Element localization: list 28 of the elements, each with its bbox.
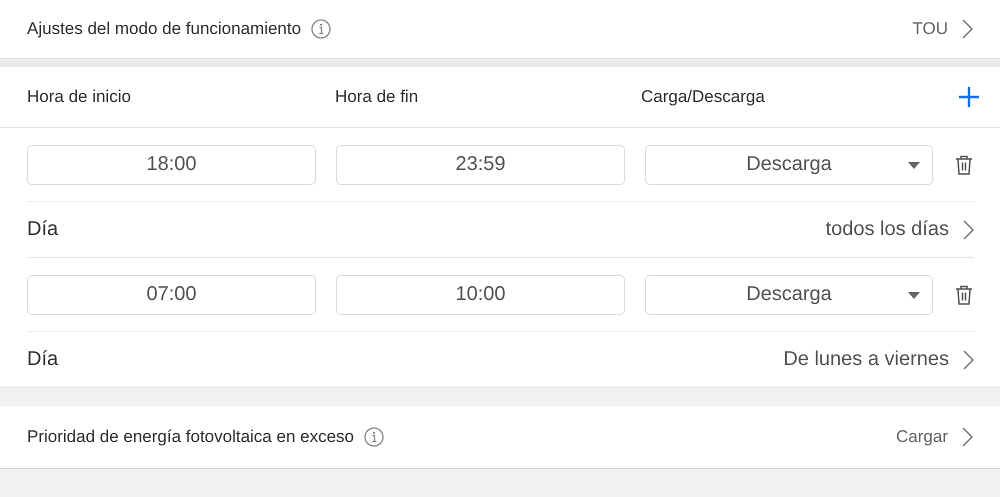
setting-label: Ajustes del modo de funcionamiento (27, 19, 302, 39)
chevron-right-icon (962, 19, 973, 39)
column-header: Hora de inicio (27, 87, 132, 107)
day-label: Día (27, 348, 58, 371)
day-value[interactable]: todos los días (826, 218, 949, 241)
caret-icon (908, 292, 920, 298)
setting-value[interactable]: TOU (912, 19, 948, 39)
chevron-right-icon (963, 220, 974, 240)
chevron-right-icon (963, 350, 974, 370)
action-dropdown[interactable]: Descarga (645, 274, 933, 314)
trash-icon[interactable] (955, 284, 973, 304)
chevron-right-icon (962, 427, 973, 447)
info-icon[interactable] (364, 427, 384, 447)
end-time-field[interactable]: 23:59 (336, 144, 625, 184)
column-header: Hora de fin (335, 87, 420, 107)
start-time-field[interactable]: 18:00 (27, 144, 316, 184)
day-value[interactable]: De lunes a viernes (783, 348, 949, 371)
end-time-field[interactable]: 10:00 (336, 274, 625, 314)
setting-label: Prioridad de energía fotovoltaica en exceso (27, 427, 354, 447)
trash-icon[interactable] (955, 154, 973, 174)
column-header: Carga/Descarga (641, 87, 766, 107)
setting-value[interactable]: Cargar (896, 427, 948, 447)
action-dropdown[interactable]: Descarga (645, 144, 933, 184)
add-icon[interactable] (958, 86, 980, 108)
day-label: Día (27, 218, 58, 241)
start-time-field[interactable]: 07:00 (27, 274, 316, 314)
info-icon[interactable] (311, 19, 332, 39)
caret-icon (908, 162, 920, 168)
